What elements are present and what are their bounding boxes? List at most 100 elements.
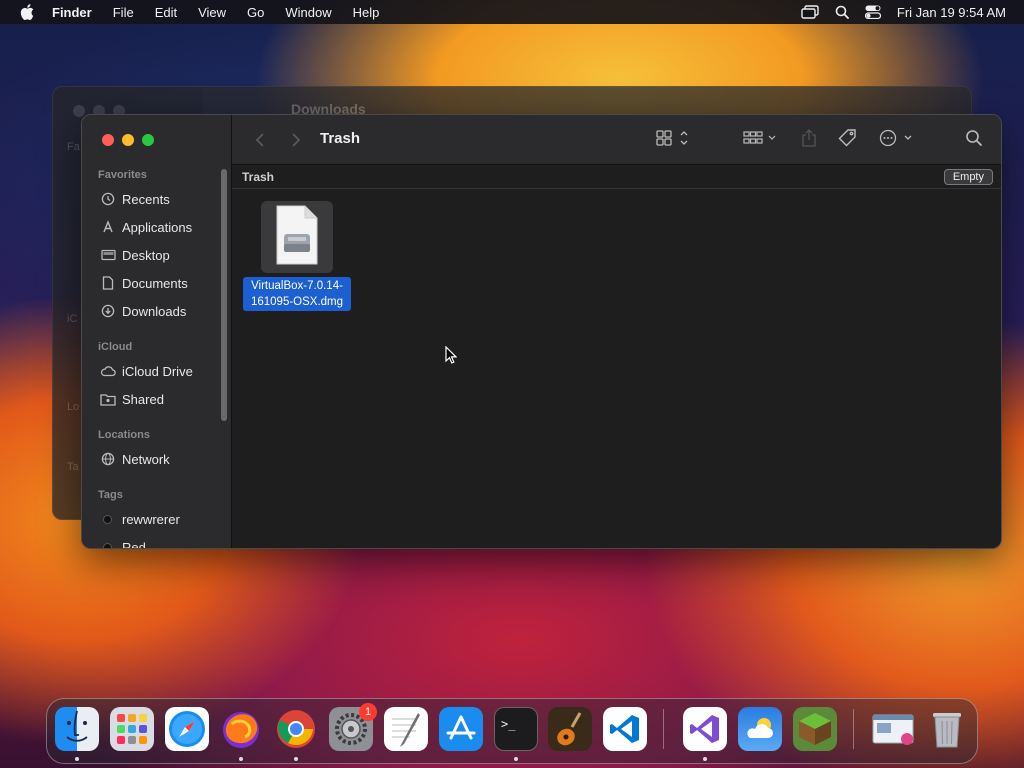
background-sidebar-label: Fa [67, 141, 80, 153]
sidebar: Favorites Recents Applications Desktop D… [82, 115, 232, 548]
sidebar-scrollbar[interactable] [221, 169, 227, 421]
document-icon [100, 275, 116, 291]
running-indicator [703, 757, 707, 761]
tag-button[interactable] [836, 128, 860, 152]
sidebar-section-favorites: Favorites [98, 169, 147, 181]
guitar-icon[interactable] [548, 707, 592, 751]
launchpad-icon[interactable] [110, 707, 154, 751]
sidebar-item-label: Recents [122, 191, 170, 207]
zoom-button[interactable] [142, 134, 154, 146]
sidebar-item-downloads[interactable]: Downloads [100, 300, 225, 322]
sidebar-item-desktop[interactable]: Desktop [100, 244, 225, 266]
menu-file[interactable]: File [113, 5, 134, 20]
dock: 1 >_ [46, 698, 978, 764]
desktop-icon [100, 247, 116, 263]
background-sidebar-label: iC [67, 313, 78, 325]
dock-separator [853, 709, 854, 749]
sidebar-item-recents[interactable]: Recents [100, 188, 225, 210]
menu-bar: Finder File Edit View Go Window Help Fri… [0, 0, 1024, 24]
sidebar-item-label: Red [122, 539, 146, 549]
sidebar-item-shared[interactable]: Shared [100, 388, 225, 410]
sidebar-item-tag-red[interactable]: Red [100, 536, 225, 549]
sidebar-item-network[interactable]: Network [100, 448, 225, 470]
sidebar-item-icloud-drive[interactable]: iCloud Drive [100, 360, 225, 382]
sidebar-item-label: Network [122, 451, 170, 467]
search-button[interactable] [962, 128, 986, 152]
terminal-icon[interactable]: >_ [494, 707, 538, 751]
tag-color-dot [103, 514, 112, 524]
control-center-icon[interactable] [864, 5, 881, 19]
dock-separator [663, 709, 664, 749]
mouse-pointer-icon [445, 345, 458, 369]
empty-trash-button[interactable]: Empty [943, 169, 993, 185]
chrome-icon[interactable] [274, 707, 318, 751]
appstore-icon[interactable] [439, 707, 483, 751]
share-icon [801, 128, 817, 153]
menu-window[interactable]: Window [285, 5, 331, 20]
running-indicator [294, 757, 298, 761]
preview-icon[interactable] [871, 707, 915, 751]
tag-icon [838, 128, 858, 153]
running-indicator [75, 757, 79, 761]
sidebar-item-label: Applications [122, 219, 193, 235]
sidebar-section-locations: Locations [98, 429, 150, 441]
more-actions-button[interactable] [878, 128, 916, 152]
file-name-line: 161095-OSX.dmg [250, 296, 344, 308]
apple-menu-icon[interactable] [18, 3, 36, 21]
running-indicator [239, 757, 243, 761]
weather-icon[interactable] [738, 707, 782, 751]
trash-icon[interactable] [925, 707, 969, 751]
finder-icon[interactable] [55, 707, 99, 751]
trash-header-bar: Trash Empty [232, 165, 1001, 189]
globe-icon [100, 451, 116, 467]
shared-folder-icon [100, 391, 116, 407]
window-controls [102, 134, 154, 146]
search-icon [965, 129, 983, 152]
file-item[interactable]: VirtualBox-7.0.14- 161095-OSX.dmg [242, 201, 352, 311]
sidebar-item-label: iCloud Drive [122, 363, 193, 379]
firefox-icon[interactable] [219, 707, 263, 751]
back-button[interactable] [250, 130, 270, 150]
cloud-icon [100, 363, 116, 379]
vscode-icon[interactable] [603, 707, 647, 751]
group-by-button[interactable] [742, 128, 780, 152]
visualstudio-icon[interactable] [683, 707, 727, 751]
background-sidebar-label: Ta [67, 461, 79, 473]
sidebar-item-documents[interactable]: Documents [100, 272, 225, 294]
sidebar-item-label: Downloads [122, 303, 187, 319]
safari-icon[interactable] [165, 707, 209, 751]
close-button[interactable] [102, 134, 114, 146]
minecraft-icon[interactable] [793, 707, 837, 751]
running-indicator [514, 757, 518, 761]
forward-button[interactable] [286, 130, 306, 150]
menu-view[interactable]: View [198, 5, 226, 20]
trash-header-label: Trash [242, 170, 275, 184]
sidebar-item-label: Desktop [122, 247, 170, 263]
sidebar-section-icloud: iCloud [98, 341, 133, 353]
view-mode-button[interactable] [654, 128, 692, 152]
textedit-icon[interactable] [384, 707, 428, 751]
menu-go[interactable]: Go [247, 5, 264, 20]
disk-image-icon [273, 204, 321, 271]
spotlight-search-icon[interactable] [835, 5, 849, 19]
sidebar-item-applications[interactable]: Applications [100, 216, 225, 238]
screen-mirroring-icon[interactable] [801, 5, 819, 19]
menu-edit[interactable]: Edit [155, 5, 177, 20]
sidebar-item-label: Documents [122, 275, 188, 291]
sidebar-section-tags: Tags [98, 489, 123, 501]
share-button[interactable] [798, 128, 820, 152]
ellipsis-circle-icon [879, 128, 915, 153]
sidebar-item-tag-rewwrerer[interactable]: rewwrerer [100, 508, 225, 530]
menu-app-name[interactable]: Finder [52, 5, 92, 20]
finder-window-trash[interactable]: Favorites Recents Applications Desktop D… [81, 114, 1002, 549]
notification-badge: 1 [359, 703, 377, 721]
toolbar: Trash [232, 115, 1001, 165]
menu-help[interactable]: Help [353, 5, 380, 20]
group-grid-icon [743, 129, 779, 152]
background-sidebar-label: Lo [67, 401, 80, 413]
file-name-line: VirtualBox-7.0.14- [251, 280, 343, 292]
minimize-button[interactable] [122, 134, 134, 146]
window-title: Trash [320, 130, 361, 147]
menu-clock[interactable]: Fri Jan 19 9:54 AM [897, 5, 1006, 20]
file-name-label[interactable]: VirtualBox-7.0.14- 161095-OSX.dmg [243, 277, 351, 311]
